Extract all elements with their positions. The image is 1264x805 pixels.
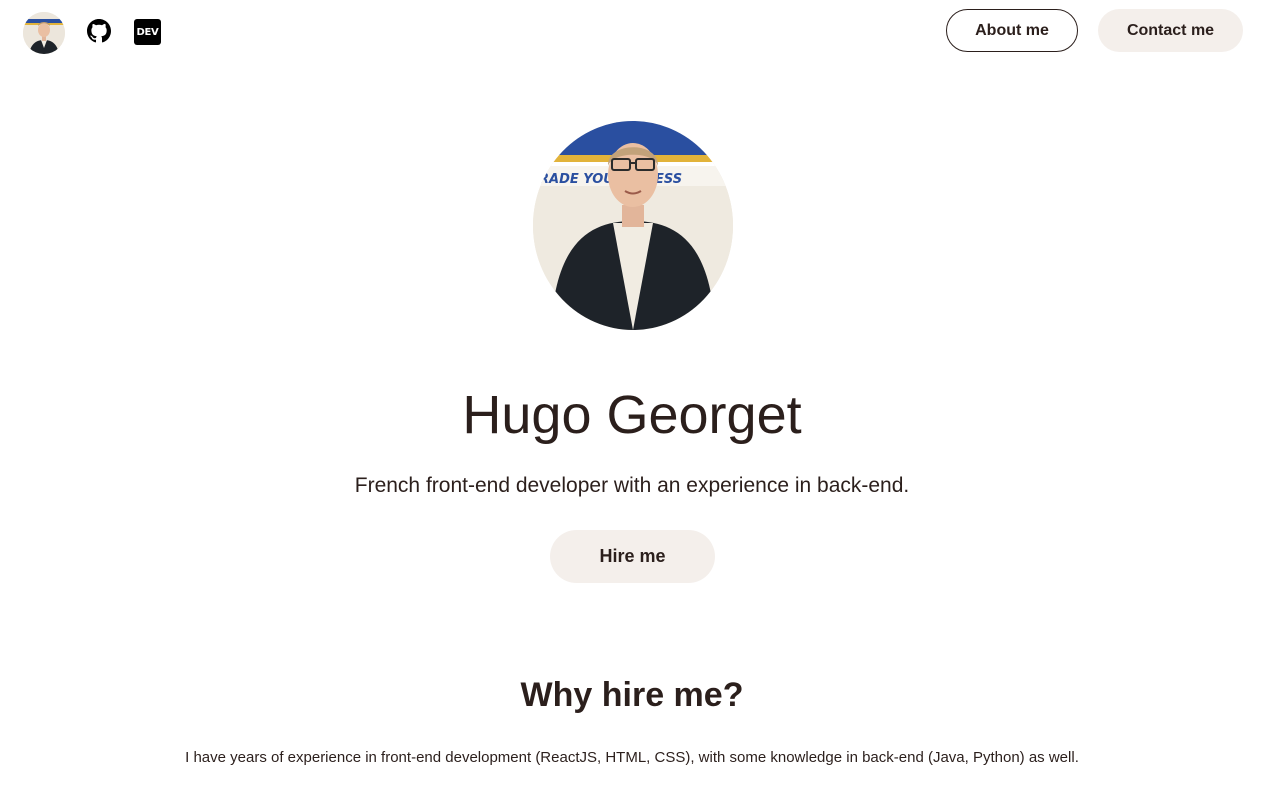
hero-profile-photo: RADE YOUR ESS [533, 121, 733, 330]
github-link[interactable] [87, 19, 111, 43]
about-me-button[interactable]: About me [946, 9, 1078, 52]
svg-text:ESS: ESS [655, 172, 682, 187]
why-hire-me-heading: Why hire me? [520, 676, 744, 714]
dev-logo-text: DEV [136, 26, 159, 38]
nav-avatar-icon[interactable] [23, 12, 65, 54]
profile-photo-icon: RADE YOUR ESS [533, 121, 733, 330]
hire-me-button[interactable]: Hire me [550, 530, 715, 583]
hero-tagline: French front-end developer with an exper… [354, 474, 910, 497]
dev-to-link[interactable]: DEV [134, 19, 161, 45]
contact-me-button[interactable]: Contact me [1098, 9, 1243, 52]
why-hire-me-text: I have years of experience in front-end … [185, 749, 1079, 766]
profile-photo-icon [23, 12, 65, 54]
top-nav: DEV About me Contact me [0, 0, 1264, 64]
page: DEV About me Contact me RADE YOUR ESS Hu… [0, 0, 1264, 805]
hero-name-heading: Hugo Georget [462, 385, 802, 445]
github-icon [87, 19, 111, 43]
